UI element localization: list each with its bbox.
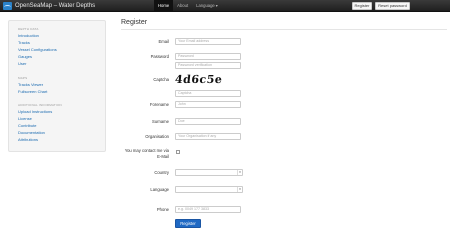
sidebar-item-fullscreen-chart[interactable]: Fullscreen Chart (18, 89, 47, 94)
sidebar-item-documentation[interactable]: Documentation (18, 130, 45, 135)
email-field[interactable]: Your Email address (175, 38, 241, 45)
sidebar-header-maps: MAPS (18, 76, 28, 80)
brand[interactable]: OpenSeaMap – Water Depths (3, 2, 95, 10)
sidebar-item-attributions[interactable]: Attributions (18, 137, 38, 142)
nav-language-label: Language (196, 3, 215, 8)
password-verification-field[interactable]: Password verification (175, 62, 241, 69)
sidebar-item-upload-instructions[interactable]: Upload Instructions (18, 109, 52, 114)
surname-label: Surname (152, 119, 169, 124)
sidebar-item-license[interactable]: License (18, 116, 32, 121)
reset-password-button[interactable]: Reset password (375, 2, 410, 10)
sidebar-header-depth-data: DEPTH DATA (18, 27, 39, 31)
nav-language[interactable]: Language▾ (192, 0, 222, 12)
organisation-field[interactable]: Your Organisation if any (175, 133, 241, 140)
password-field[interactable]: Password (175, 53, 241, 60)
captcha-field[interactable]: Captcha (175, 90, 241, 97)
language-select[interactable]: ▾ (175, 186, 243, 193)
captcha-label: Captcha (153, 77, 169, 82)
sidebar-item-vessel-configurations[interactable]: Vessel Configurations (18, 47, 57, 52)
chevron-down-icon: ▾ (215, 3, 218, 8)
sidebar-item-gauges[interactable]: Gauges (18, 54, 32, 59)
contact-checkbox[interactable] (176, 150, 180, 154)
forename-field[interactable]: John (175, 101, 241, 108)
country-label: Country (154, 170, 169, 175)
top-navbar: OpenSeaMap – Water Depths Home About Lan… (0, 0, 450, 12)
contact-label-line1: You may contact me via (124, 148, 169, 153)
title-divider (121, 29, 447, 30)
forename-label: Forename (149, 102, 169, 107)
brand-title: OpenSeaMap – Water Depths (15, 3, 96, 9)
organisation-label: Organisation (145, 134, 169, 139)
nav-about[interactable]: About (173, 0, 192, 12)
sidebar-item-introduction[interactable]: Introduction (18, 33, 39, 38)
register-nav-button[interactable]: Register (352, 2, 372, 10)
sidebar: DEPTH DATA Introduction Tracks Vessel Co… (8, 20, 106, 152)
phone-label: Phone (156, 207, 169, 212)
country-select[interactable]: ▾ (175, 169, 243, 176)
surname-field[interactable]: Doe (175, 118, 241, 125)
page-title: Register (121, 19, 148, 26)
nav-home[interactable]: Home (154, 0, 174, 12)
sidebar-item-tracks-viewer[interactable]: Tracks Viewer (18, 82, 43, 87)
phone-field[interactable]: e.g. 0049 177 3833 (175, 206, 241, 213)
chevron-down-icon: ▾ (237, 187, 242, 192)
email-label: Email (158, 39, 169, 44)
contact-label-line2: E-Mail (157, 154, 169, 159)
language-label: Language (150, 187, 169, 192)
password-label: Password (150, 54, 169, 59)
sidebar-item-tracks[interactable]: Tracks (18, 40, 30, 45)
sidebar-header-additional-information: ADDITIONAL INFORMATION (18, 103, 62, 107)
sidebar-item-user[interactable]: User (18, 61, 26, 66)
register-submit-button[interactable]: Register (175, 219, 201, 228)
chevron-down-icon: ▾ (237, 170, 242, 175)
sidebar-item-contribute[interactable]: Contribute (18, 123, 36, 128)
captcha-image: 4d6c5e (174, 73, 224, 86)
main-nav: Home About Language▾ (154, 0, 222, 12)
openseamap-logo-icon (3, 2, 12, 10)
